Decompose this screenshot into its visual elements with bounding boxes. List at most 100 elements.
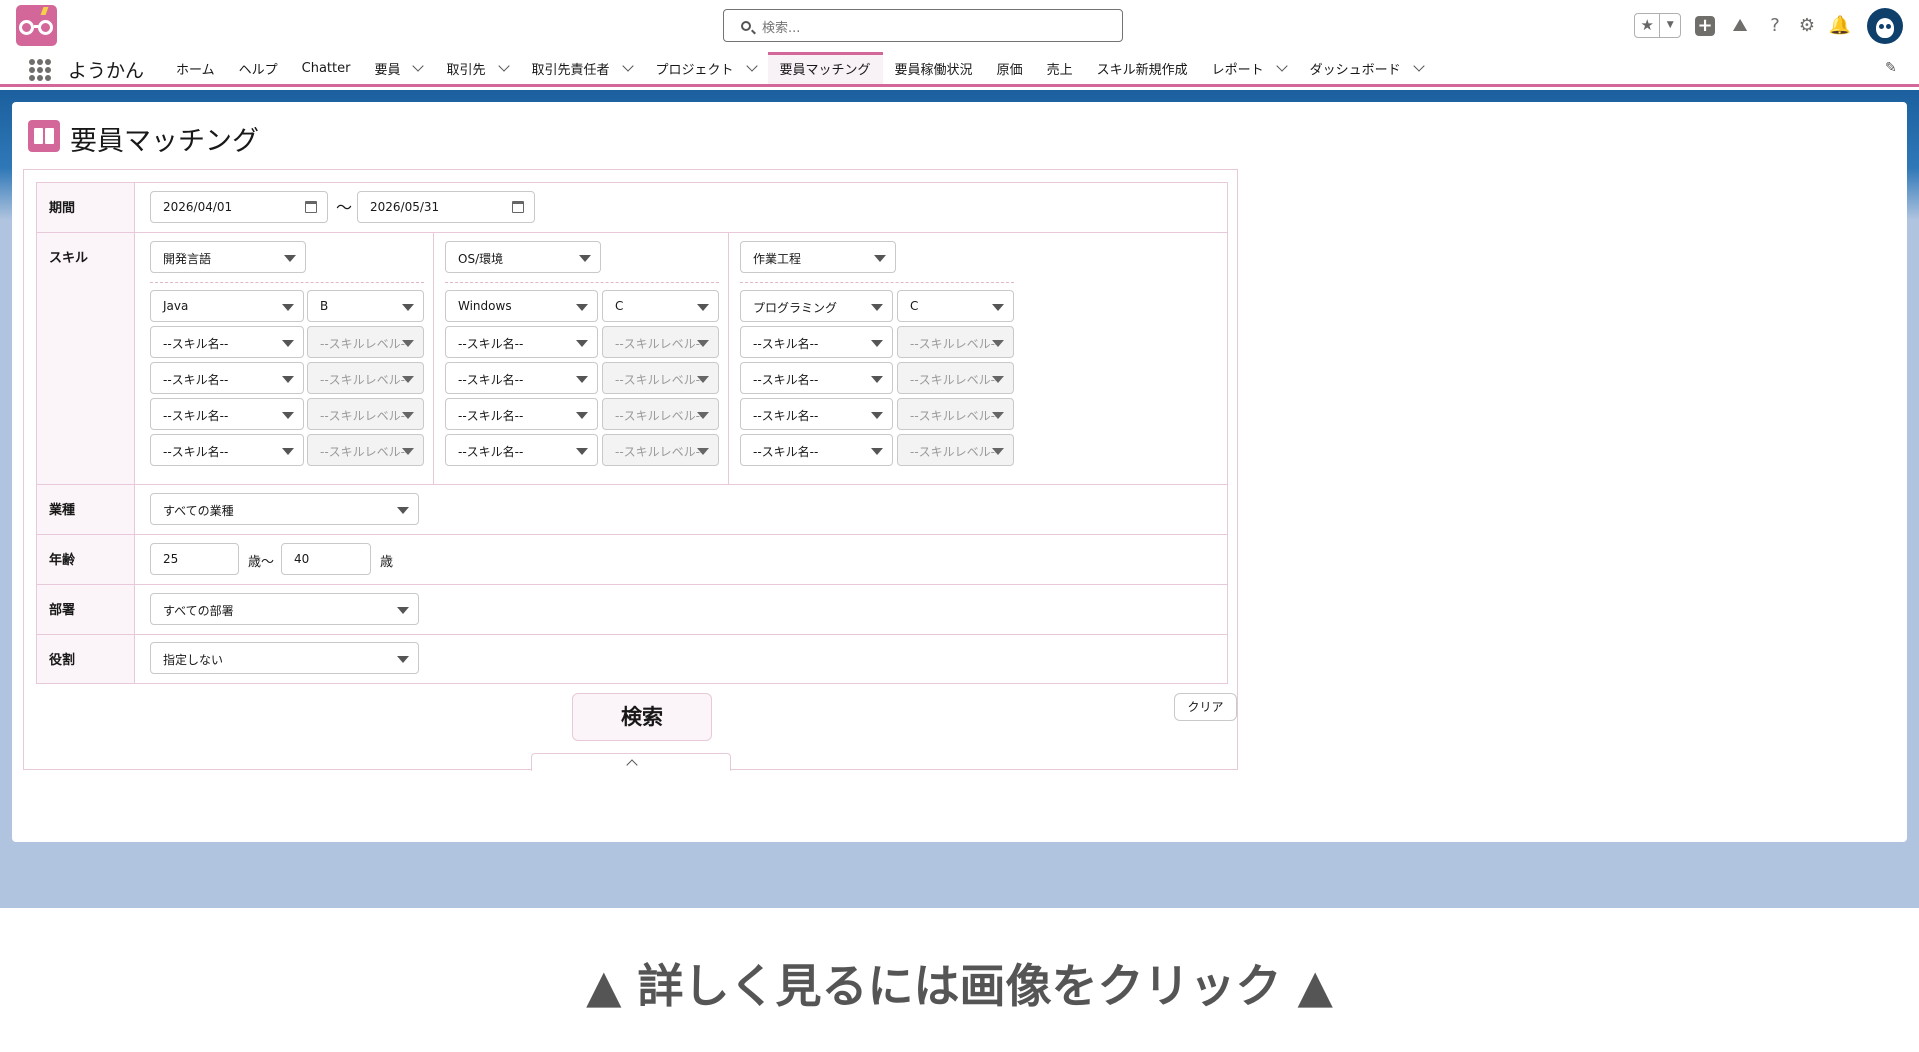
chevron-down-icon	[697, 340, 709, 347]
skill-category-select[interactable]: 作業工程	[740, 241, 896, 273]
favorites-button[interactable]: ★ ▼	[1634, 13, 1681, 38]
skill-name-select[interactable]: --スキル名--	[445, 362, 598, 394]
chevron-down-icon	[871, 412, 883, 419]
chevron-down-icon	[697, 376, 709, 383]
skill-name-select-value: --スキル名--	[458, 445, 524, 459]
chevron-down-icon[interactable]	[412, 59, 425, 72]
gear-icon[interactable]: ⚙	[1794, 13, 1820, 39]
skill-level-select[interactable]: --スキルレベル--	[307, 326, 424, 358]
trailhead-icon[interactable]: ⛰	[1727, 13, 1753, 39]
period-to-date-input[interactable]: 2026/05/31	[357, 191, 535, 223]
nav-item[interactable]: ホーム	[164, 52, 227, 84]
skill-level-select[interactable]: --スキルレベル--	[602, 398, 719, 430]
skill-level-select-value: --スキルレベル--	[615, 373, 705, 387]
nav-item[interactable]: 要員稼働状況	[883, 52, 985, 84]
nav-item[interactable]: 原価	[985, 52, 1035, 84]
edit-nav-pencil-icon[interactable]: ✎	[1885, 60, 1897, 76]
skill-level-select[interactable]: --スキルレベル--	[897, 434, 1014, 466]
help-icon[interactable]: ?	[1762, 13, 1788, 39]
skill-level-select[interactable]: --スキルレベル--	[602, 362, 719, 394]
clear-button[interactable]: クリア	[1174, 693, 1237, 721]
skill-name-select[interactable]: --スキル名--	[445, 434, 598, 466]
global-actions-plus-icon[interactable]: +	[1695, 16, 1715, 36]
chevron-down-icon[interactable]	[497, 59, 510, 72]
age-max-input[interactable]: 40	[281, 543, 371, 575]
skill-level-select[interactable]: --スキルレベル--	[307, 398, 424, 430]
calendar-icon[interactable]	[512, 201, 524, 213]
skill-name-select[interactable]: プログラミング	[740, 290, 893, 322]
skill-category-select[interactable]: OS/環境	[445, 241, 601, 273]
nav-item[interactable]: Chatter	[290, 52, 363, 84]
skill-level-select-value: C	[615, 299, 624, 313]
skill-name-select[interactable]: --スキル名--	[740, 326, 893, 358]
period-from-date-input[interactable]: 2026/04/01	[150, 191, 328, 223]
period-content: 2026/04/01 〜 2026/05/31	[135, 183, 1227, 232]
industry-select[interactable]: すべての業種	[150, 493, 419, 525]
skill-name-select[interactable]: --スキル名--	[740, 398, 893, 430]
skill-level-select[interactable]: C	[602, 290, 719, 322]
app-logo[interactable]	[16, 5, 57, 46]
global-search-input[interactable]: 検索...	[723, 9, 1123, 42]
collapse-toggle-chevron-up-icon[interactable]	[531, 753, 731, 771]
skill-level-select[interactable]: C	[897, 290, 1014, 322]
age-max-value: 40	[294, 552, 310, 566]
skill-level-select[interactable]: --スキルレベル--	[602, 434, 719, 466]
nav-item[interactable]: 取引先	[434, 52, 519, 84]
skill-category-select[interactable]: 開発言語	[150, 241, 306, 273]
chevron-down-icon[interactable]	[1412, 59, 1425, 72]
skill-level-select[interactable]: B	[307, 290, 424, 322]
skill-level-select[interactable]: --スキルレベル--	[307, 362, 424, 394]
nav-item[interactable]: レポート	[1200, 52, 1298, 84]
skill-name-select[interactable]: --スキル名--	[150, 434, 304, 466]
skill-name-select[interactable]: --スキル名--	[150, 326, 304, 358]
skill-level-select[interactable]: --スキルレベル--	[897, 362, 1014, 394]
chevron-down-icon	[282, 340, 294, 347]
skill-name-select[interactable]: --スキル名--	[150, 398, 304, 430]
chevron-down-icon[interactable]	[745, 59, 758, 72]
skill-name-select[interactable]: --スキル名--	[740, 434, 893, 466]
search-button[interactable]: 検索	[572, 693, 712, 741]
skill-name-select-value: Windows	[458, 299, 512, 313]
skill-level-select[interactable]: --スキルレベル--	[307, 434, 424, 466]
skill-name-select[interactable]: Java	[150, 290, 304, 322]
skill-name-select[interactable]: --スキル名--	[740, 362, 893, 394]
role-select[interactable]: 指定しない	[150, 642, 419, 674]
label-age: 年齢	[37, 535, 135, 584]
favorites-dropdown-icon[interactable]: ▼	[1660, 14, 1680, 37]
age-min-input[interactable]: 25	[150, 543, 239, 575]
age-max-unit: 歳	[380, 555, 394, 570]
department-select[interactable]: すべての部署	[150, 593, 419, 625]
skill-level-select[interactable]: --スキルレベル--	[897, 398, 1014, 430]
skill-level-select-value: --スキルレベル--	[910, 409, 1000, 423]
skill-name-select[interactable]: --スキル名--	[445, 398, 598, 430]
skill-name-select-value: --スキル名--	[753, 409, 819, 423]
skill-name-select[interactable]: --スキル名--	[445, 326, 598, 358]
bell-icon[interactable]: 🔔	[1827, 13, 1853, 39]
nav-item[interactable]: スキル新規作成	[1085, 52, 1200, 84]
nav-item[interactable]: 要員	[362, 52, 434, 84]
star-icon[interactable]: ★	[1635, 14, 1661, 37]
skill-category-select-value: OS/環境	[458, 252, 504, 266]
label-period: 期間	[37, 183, 135, 232]
user-avatar[interactable]	[1867, 8, 1903, 44]
chevron-down-icon	[697, 412, 709, 419]
nav-items: ホーム ヘルプ Chatter 要員 取引先 取引先責任者 プロジェクト 要員マッチング 要員稼…	[164, 52, 1435, 84]
nav-item[interactable]: ヘルプ	[227, 52, 290, 84]
chevron-down-icon	[282, 448, 294, 455]
chevron-down-icon[interactable]	[1275, 59, 1288, 72]
nav-item[interactable]: ダッシュボード	[1298, 52, 1435, 84]
skill-name-select[interactable]: --スキル名--	[150, 362, 304, 394]
skill-level-select[interactable]: --スキルレベル--	[602, 326, 719, 358]
nav-item[interactable]: 売上	[1035, 52, 1085, 84]
skill-level-select[interactable]: --スキルレベル--	[897, 326, 1014, 358]
calendar-icon[interactable]	[305, 201, 317, 213]
chevron-down-icon	[871, 448, 883, 455]
app-launcher-icon[interactable]	[29, 59, 51, 81]
nav-item[interactable]: プロジェクト	[644, 52, 768, 84]
chevron-down-icon[interactable]	[621, 59, 634, 72]
skill-name-select[interactable]: Windows	[445, 290, 598, 322]
role-content: 指定しない	[135, 635, 1227, 683]
nav-item[interactable]: 要員マッチング	[767, 52, 883, 84]
chevron-down-icon	[282, 412, 294, 419]
nav-item[interactable]: 取引先責任者	[520, 52, 644, 84]
